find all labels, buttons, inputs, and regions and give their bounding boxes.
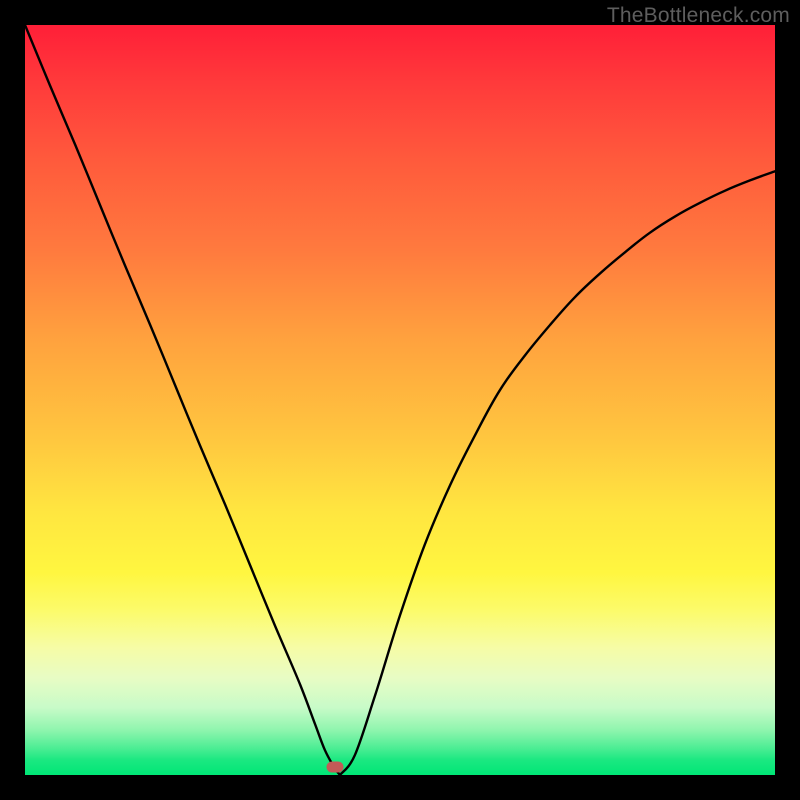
bottleneck-curve [25, 25, 775, 775]
curve-path [25, 25, 775, 775]
plot-area [25, 25, 775, 775]
watermark-text: TheBottleneck.com [607, 4, 790, 28]
outer-frame: TheBottleneck.com [0, 0, 800, 800]
optimal-marker [327, 762, 344, 773]
